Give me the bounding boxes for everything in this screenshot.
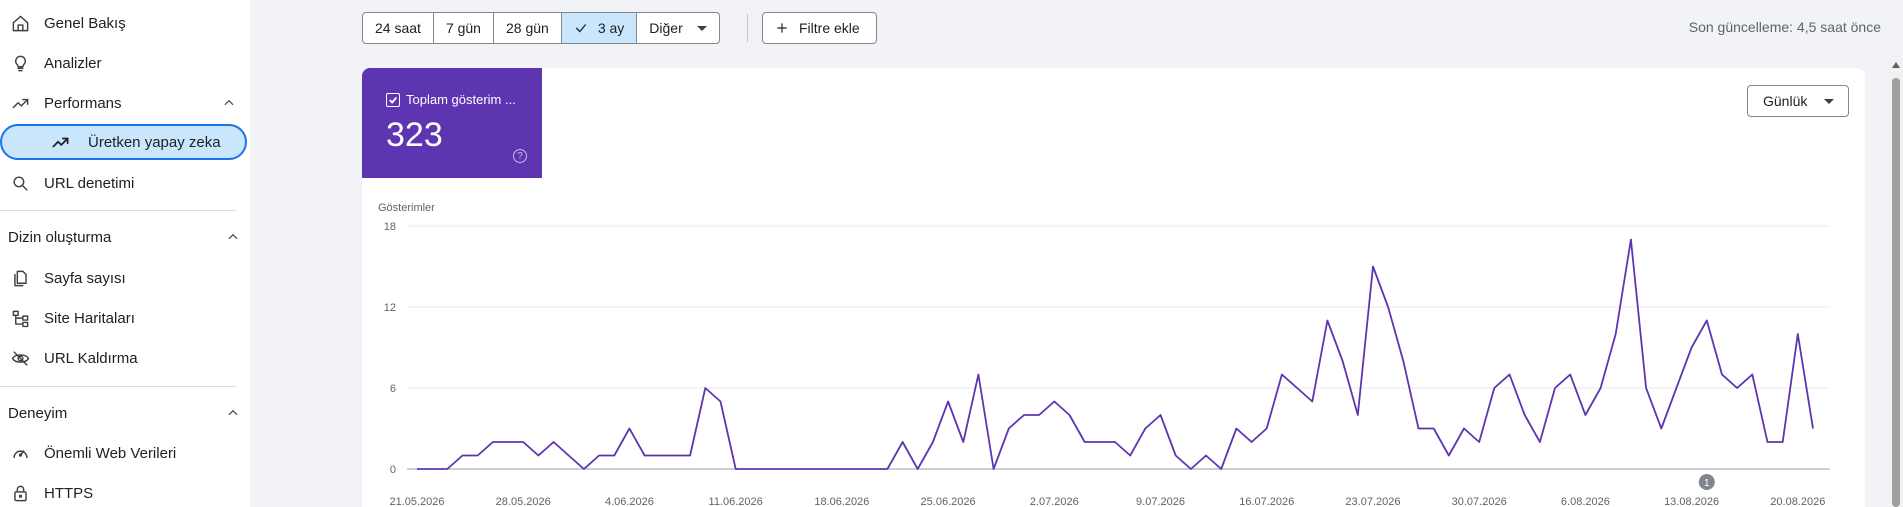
annotation-label: 1 [1704, 478, 1710, 489]
range-option-7d[interactable]: 7 gün [434, 13, 494, 43]
sidebar-item-label: Genel Bakış [44, 14, 126, 32]
eye-off-icon [10, 348, 30, 368]
sidebar: Genel Bakış Analizler Performans Üretken… [0, 0, 250, 507]
add-filter-button[interactable]: Filtre ekle [762, 12, 877, 44]
range-label: 3 ay [597, 20, 625, 36]
plus-icon [775, 21, 789, 35]
last-update-text: Son güncelleme: 4,5 saat önce [1688, 19, 1881, 35]
range-option-28d[interactable]: 28 gün [494, 13, 562, 43]
x-tick-label: 21.05.2026 [389, 496, 444, 507]
x-tick-label: 2.07.2026 [1030, 496, 1079, 507]
x-tick-label: 6.08.2026 [1561, 496, 1610, 507]
chevron-up-icon[interactable] [222, 96, 236, 110]
check-icon [574, 21, 588, 35]
x-tick-label: 13.08.2026 [1664, 496, 1719, 507]
section-experience[interactable]: Deneyim [8, 398, 240, 428]
sidebar-item-pages[interactable]: Sayfa sayısı [0, 260, 126, 296]
search-icon [10, 173, 30, 193]
x-tick-label: 4.06.2026 [605, 496, 654, 507]
y-tick-label: 18 [384, 221, 396, 233]
section-title: Dizin oluşturma [8, 228, 112, 246]
sidebar-item-label: Sayfa sayısı [44, 269, 126, 287]
x-tick-label: 23.07.2026 [1345, 496, 1400, 507]
home-icon [10, 13, 30, 33]
sidebar-item-label: URL Kaldırma [44, 349, 138, 367]
x-tick-label: 16.07.2026 [1239, 496, 1294, 507]
sidebar-item-label: URL denetimi [44, 174, 135, 192]
range-option-other[interactable]: Diğer [637, 13, 718, 43]
sidebar-item-url-inspection[interactable]: URL denetimi [0, 165, 134, 201]
x-tick-label: 18.06.2026 [814, 496, 869, 507]
sidebar-divider [0, 210, 236, 211]
granularity-label: Günlük [1763, 93, 1808, 109]
sidebar-item-label: Önemli Web Verileri [44, 444, 177, 462]
metric-total-impressions[interactable]: Toplam gösterim ... 323 ? [362, 68, 542, 178]
x-tick-label: 20.08.2026 [1770, 496, 1825, 507]
impressions-series-line [417, 238, 1814, 470]
y-tick-label: 6 [390, 383, 396, 395]
sitemap-icon [10, 308, 30, 328]
x-tick-label: 9.07.2026 [1136, 496, 1185, 507]
trending-up-icon [50, 132, 70, 152]
range-label: 28 gün [505, 20, 549, 36]
sidebar-item-core-web-vitals[interactable]: Önemli Web Verileri [0, 435, 176, 471]
sidebar-item-insights[interactable]: Analizler [0, 45, 102, 81]
date-range-selector: 24 saat 7 gün 28 gün 3 ay Diğer [362, 12, 720, 44]
sidebar-item-label: Analizler [44, 54, 102, 72]
x-tick-label: 28.05.2026 [496, 496, 551, 507]
sidebar-item-overview[interactable]: Genel Bakış [0, 5, 126, 41]
sidebar-item-https[interactable]: HTTPS [0, 475, 93, 507]
range-option-3m[interactable]: 3 ay [561, 13, 638, 43]
sidebar-item-performance[interactable]: Performans [0, 85, 240, 121]
add-filter-label: Filtre ekle [799, 20, 860, 36]
x-tick-label: 25.06.2026 [921, 496, 976, 507]
pages-icon [10, 268, 30, 288]
y-tick-label: 12 [384, 302, 396, 314]
sidebar-item-label: Site Haritaları [44, 309, 135, 327]
scrollbar-thumb[interactable] [1892, 78, 1900, 507]
sidebar-item-label: HTTPS [44, 484, 94, 502]
x-tick-label: 30.07.2026 [1452, 496, 1507, 507]
y-tick-label: 0 [390, 464, 396, 476]
chevron-up-icon [226, 406, 240, 420]
metric-value: 323 [386, 116, 443, 154]
range-label: 24 saat [375, 20, 421, 36]
dropdown-arrow-icon [696, 25, 707, 31]
speedometer-icon [10, 443, 30, 463]
lightbulb-icon [10, 53, 30, 73]
metric-label: Toplam gösterim ... [406, 92, 516, 107]
dropdown-arrow-icon [1824, 99, 1834, 104]
x-tick-label: 11.06.2026 [709, 496, 763, 507]
sidebar-item-url-removal[interactable]: URL Kaldırma [0, 340, 138, 376]
sidebar-item-generative-ai[interactable]: Üretken yapay zeka [0, 124, 247, 160]
range-option-24h[interactable]: 24 saat [363, 13, 434, 43]
granularity-dropdown[interactable]: Günlük [1747, 85, 1849, 117]
trending-up-icon [10, 93, 30, 113]
scroll-up-arrow-icon[interactable] [1892, 62, 1900, 68]
impressions-line-chart: 18 12 6 0 21.05.2026 28.05.2026 4.06.2026 11.06… [384, 221, 1830, 507]
sidebar-item-label: Performans [44, 94, 122, 112]
lock-icon [10, 483, 30, 503]
range-label: Diğer [649, 20, 683, 36]
section-indexing[interactable]: Dizin oluşturma [8, 222, 240, 252]
checkbox-icon[interactable] [386, 93, 400, 107]
sidebar-item-sitemaps[interactable]: Site Haritaları [0, 300, 135, 336]
range-label: 7 gün [445, 20, 481, 36]
sidebar-item-label: Üretken yapay zeka [88, 133, 221, 151]
toolbar-divider [747, 14, 748, 42]
section-title: Deneyim [8, 404, 68, 422]
sidebar-divider [0, 386, 236, 387]
help-icon[interactable]: ? [513, 149, 527, 163]
chevron-up-icon [226, 230, 240, 244]
